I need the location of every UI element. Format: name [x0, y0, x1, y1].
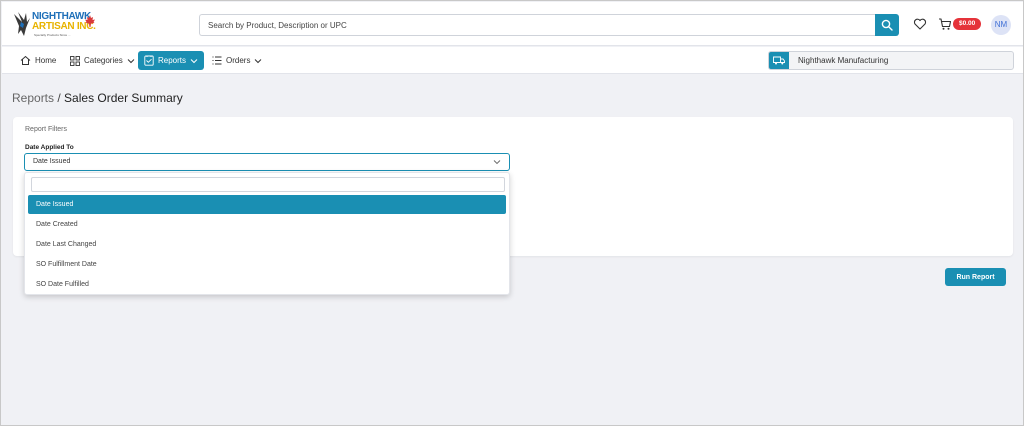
- search-icon: [881, 19, 893, 31]
- app-frame: NIGHTHAWK ARTISAN INC. Specialty Product…: [0, 0, 1024, 426]
- breadcrumb-current: Sales Order Summary: [64, 91, 183, 105]
- dropdown-option[interactable]: SO Fulfillment Date: [28, 255, 506, 274]
- search-bar: [199, 14, 899, 36]
- top-header: NIGHTHAWK ARTISAN INC. Specialty Product…: [2, 2, 1023, 46]
- dropdown-option[interactable]: Date Last Changed: [28, 235, 506, 254]
- nav-orders-label: Orders: [226, 56, 251, 65]
- brand-logo[interactable]: NIGHTHAWK ARTISAN INC. Specialty Product…: [12, 9, 98, 39]
- nav-home[interactable]: Home: [20, 51, 56, 70]
- filters-title: Report Filters: [25, 126, 68, 133]
- chevron-down-icon: [190, 58, 198, 63]
- date-applied-value: Date Issued: [33, 158, 71, 165]
- list-icon: [212, 56, 222, 65]
- breadcrumb-separator: /: [54, 91, 65, 105]
- cart-icon[interactable]: [938, 17, 952, 31]
- dropdown-search-input[interactable]: [31, 177, 505, 192]
- company-icon-box: [769, 52, 789, 69]
- dropdown-option[interactable]: Date Created: [28, 215, 506, 234]
- run-report-button[interactable]: Run Report: [945, 268, 1006, 286]
- breadcrumb: Reports / Sales Order Summary: [12, 91, 183, 105]
- nav-categories-label: Categories: [84, 56, 123, 65]
- wishlist-heart-icon[interactable]: [913, 17, 927, 31]
- nav-reports-label: Reports: [158, 56, 187, 65]
- search-button[interactable]: [875, 14, 899, 36]
- date-applied-select[interactable]: Date Issued: [24, 153, 510, 171]
- maple-leaf-icon: [85, 15, 95, 27]
- user-avatar[interactable]: NM: [991, 15, 1011, 35]
- chevron-down-icon: [493, 160, 501, 165]
- nav-categories[interactable]: Categories: [70, 51, 135, 70]
- date-applied-label: Date Applied To: [25, 144, 74, 151]
- date-applied-dropdown: Date Issued Date Created Date Last Chang…: [24, 172, 510, 295]
- dropdown-option[interactable]: SO Date Fulfilled: [28, 275, 506, 294]
- report-icon: [144, 55, 154, 66]
- truck-icon: [773, 56, 785, 65]
- nav-orders[interactable]: Orders: [212, 51, 262, 70]
- company-name: Nighthawk Manufacturing: [798, 56, 889, 65]
- hawk-icon: [14, 12, 30, 36]
- nav-reports[interactable]: Reports: [138, 51, 205, 70]
- grid-icon: [70, 55, 80, 66]
- company-selector[interactable]: Nighthawk Manufacturing: [768, 51, 1014, 70]
- breadcrumb-root[interactable]: Reports: [12, 91, 54, 105]
- chevron-down-icon: [255, 58, 262, 63]
- nav-home-label: Home: [35, 56, 57, 65]
- cart-total-badge[interactable]: $0.00: [953, 18, 982, 30]
- chevron-down-icon: [127, 58, 135, 63]
- search-input[interactable]: [199, 14, 875, 36]
- brand-tagline: Specialty Products Since ...: [34, 33, 71, 37]
- home-icon: [20, 55, 31, 65]
- dropdown-option[interactable]: Date Issued: [28, 195, 506, 214]
- main-nav: Home Categories Reports Orders Nighthawk…: [2, 47, 1023, 74]
